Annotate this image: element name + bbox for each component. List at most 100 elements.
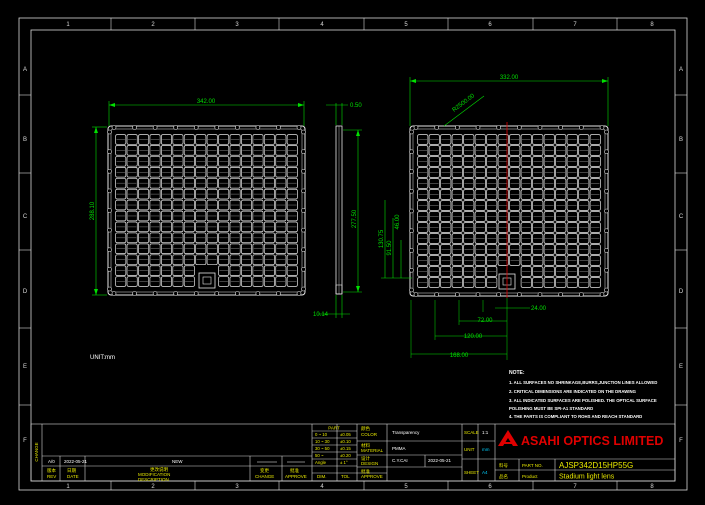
front-width-label: 342.00	[197, 99, 216, 105]
lens-mount-lug	[409, 149, 414, 155]
lens-mount-lug	[413, 125, 419, 130]
lens-mount-lug	[604, 228, 609, 234]
lens-mount-lug	[301, 286, 306, 292]
zone-label-right: F	[679, 438, 683, 444]
lens-mount-lug	[604, 208, 609, 214]
sheet-value: A4	[482, 470, 488, 475]
tolerance-range: 50 ~	[315, 453, 324, 458]
drawing-background	[0, 0, 705, 505]
right-v2-label: 91.50	[387, 240, 393, 256]
zone-label-right: C	[679, 214, 684, 220]
lens-mount-lug	[413, 292, 419, 297]
lens-mount-lug	[579, 292, 584, 297]
design-date-value: 2022-05-21	[428, 458, 452, 463]
note-item: 3. ALL INDICATED SURFACES ARE POLISHED. …	[509, 398, 657, 403]
lens-mount-lug	[475, 125, 481, 130]
tolerance-value: ± 1°	[340, 460, 348, 465]
tolerance-value: ±0.05	[340, 432, 351, 437]
lens-mount-lug	[107, 129, 112, 135]
lens-mount-lug	[604, 248, 609, 253]
rev-header-en: REV	[47, 474, 56, 479]
lens-mount-lug	[409, 228, 414, 234]
lens-mount-lug	[604, 129, 609, 135]
zone-label-right: A	[679, 67, 683, 73]
scale-label: SCALE	[464, 430, 479, 435]
front-height-label: 288.10	[90, 201, 96, 220]
tolerance-range: 0 ~ 10	[315, 432, 328, 437]
lens-mount-lug	[107, 227, 112, 233]
tolerance-range: Angle	[315, 460, 327, 465]
lens-mount-lug	[599, 125, 605, 130]
lens-mount-lug	[235, 125, 240, 130]
product-label-en: Product	[522, 474, 538, 479]
lens-mount-lug	[496, 292, 501, 297]
lens-mount-lug	[132, 291, 137, 296]
lens-mount-lug	[496, 125, 501, 130]
tolerance-value: ±0.10	[340, 439, 351, 444]
material-value: PMMA	[392, 446, 406, 451]
right-h2-label: 72.00	[477, 318, 493, 324]
unit-field-label: UNIT	[464, 447, 475, 452]
zone-label-left: F	[23, 438, 27, 444]
lens-mount-lug	[111, 125, 117, 130]
zone-label-right: E	[679, 364, 683, 370]
zone-label-left: E	[23, 364, 27, 370]
lens-mount-lug	[409, 267, 414, 273]
lens-mount-lug	[599, 292, 605, 297]
lens-mount-lug	[434, 125, 439, 130]
lens-mount-lug	[537, 292, 543, 297]
tolerance-range: 10 ~ 30	[315, 439, 330, 444]
design-label-en: DESIGN	[361, 461, 378, 466]
lens-mount-lug	[111, 291, 117, 296]
approve-label-en: APPROVE	[361, 474, 383, 479]
lens-mount-lug	[434, 292, 439, 297]
lens-mount-lug	[409, 129, 414, 135]
lens-mount-lug	[517, 125, 522, 130]
lens-mount-lug	[235, 291, 240, 296]
zone-label-left: B	[23, 137, 27, 143]
zone-label-left: D	[23, 289, 28, 295]
lens-mount-lug	[276, 291, 281, 296]
lens-mount-lug	[301, 168, 306, 174]
color-label-en: COLOR	[361, 432, 378, 437]
part-no-value: AJSP342D15HP55G	[559, 461, 633, 470]
right-v1-label: 130.75	[379, 229, 385, 248]
lens-mount-lug	[107, 168, 112, 174]
lens-mount-lug	[255, 291, 261, 296]
rev-value: A/0	[48, 459, 55, 464]
lens-mount-lug	[193, 125, 199, 130]
lens-mount-lug	[409, 248, 414, 253]
notes-heading: NOTE:	[509, 370, 525, 376]
lens-mount-lug	[301, 247, 306, 253]
lens-mount-lug	[173, 291, 178, 296]
lens-mount-lug	[409, 208, 414, 214]
change-header-cn: 变更	[260, 467, 269, 474]
lens-mount-lug	[558, 125, 563, 130]
lens-mount-lug	[173, 125, 178, 130]
product-value: Stadium light lens	[559, 474, 615, 481]
lens-mount-lug	[214, 291, 220, 296]
part-no-label-cn: 料号	[499, 462, 508, 469]
lens-mount-lug	[301, 267, 306, 272]
right-h1-label: 24.00	[531, 306, 547, 312]
lens-mount-lug	[301, 129, 306, 135]
lens-mount-lug	[152, 125, 158, 130]
lens-mount-lug	[455, 125, 460, 130]
lens-mount-lug	[255, 125, 261, 130]
lens-mount-lug	[301, 188, 306, 194]
right-v3-label: 46.00	[395, 214, 401, 230]
lens-mount-lug	[107, 208, 112, 213]
material-label-en: MATERIAL	[361, 448, 384, 453]
note-item: POLISHING MUST BE SPI-A1 STANDARD	[509, 406, 593, 411]
lens-mount-lug	[107, 286, 112, 292]
right-h3-label: 120.00	[464, 334, 483, 340]
lens-mount-lug	[475, 292, 481, 297]
color-label-cn: 颜色	[361, 425, 370, 432]
tolerance-title: PART	[328, 426, 340, 431]
note-item: 2. CRITICAL DIMENSIONS ARE INDICATED ON …	[509, 389, 637, 394]
lens-mount-lug	[604, 169, 609, 174]
change-label: CHANGE	[34, 442, 39, 461]
scale-value: 1:1	[482, 430, 489, 435]
lens-mount-lug	[537, 125, 543, 130]
approve-header-cn: 批准	[290, 467, 299, 474]
